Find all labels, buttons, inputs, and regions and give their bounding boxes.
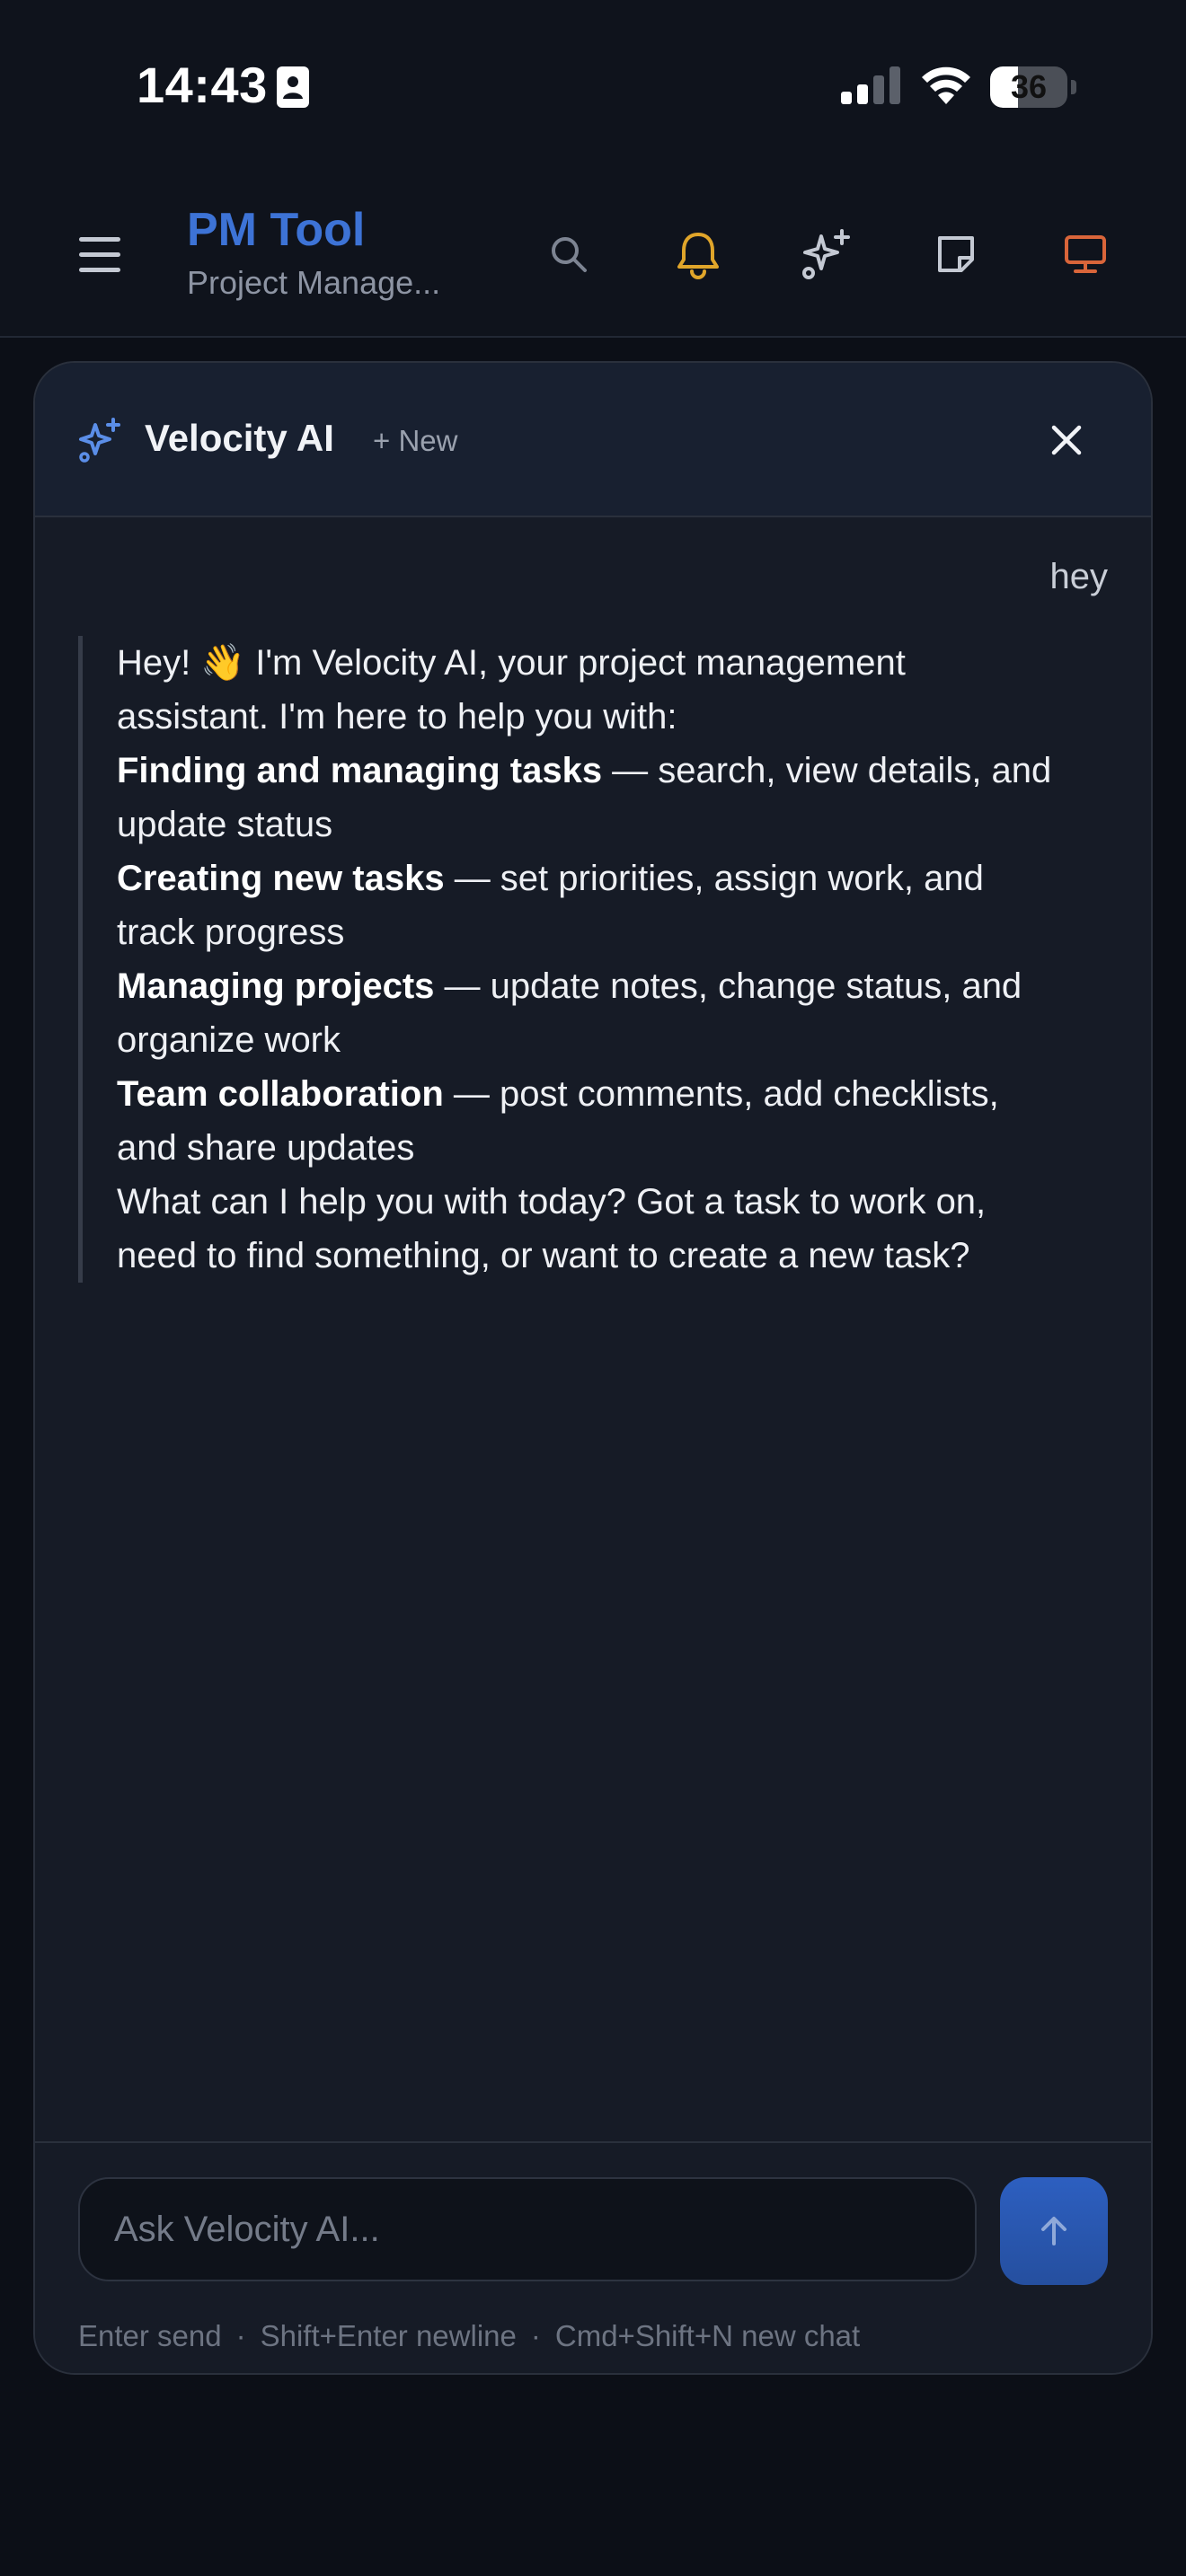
cellular-signal-icon (841, 66, 900, 104)
assistant-outro: What can I help you with today? Got a ta… (117, 1182, 987, 1275)
battery-indicator: 36 (990, 66, 1076, 108)
message-list[interactable]: hey Hey! 👋 I'm Velocity AI, your project… (35, 517, 1151, 2141)
hint-shift-enter-newline: Shift+Enter newline (260, 2319, 517, 2352)
assistant-intro: Hey! 👋 I'm Velocity AI, your project man… (117, 643, 906, 737)
user-message: hey (1049, 557, 1109, 596)
arrow-up-icon (1041, 2217, 1067, 2245)
sparkle-icon (79, 418, 120, 463)
close-icon[interactable] (1045, 419, 1088, 462)
chat-title: Velocity AI (145, 417, 334, 459)
sparkle-icon (802, 229, 850, 279)
menu-icon[interactable] (68, 226, 131, 282)
notifications-button[interactable] (667, 223, 730, 286)
ai-assistant-button[interactable] (795, 223, 858, 286)
velocity-ai-chat-panel: Velocity AI + New hey Hey! 👋 I'm Velocit… (33, 361, 1153, 2375)
capability-item: Creating new tasks — set priorities, ass… (117, 859, 984, 952)
wifi-icon (922, 66, 970, 104)
bell-icon (677, 233, 719, 279)
contact-card-icon (277, 66, 309, 108)
chat-panel-header: Velocity AI + New (35, 363, 1151, 517)
assistant-message: Hey! 👋 I'm Velocity AI, your project man… (78, 636, 1058, 1283)
chat-composer: Enter send·Shift+Enter newline·Cmd+Shift… (35, 2141, 1151, 2373)
hint-enter-send: Enter send (78, 2319, 222, 2352)
search-button[interactable] (537, 223, 600, 286)
battery-percent: 36 (1010, 68, 1048, 105)
app-title: PM Tool (187, 204, 366, 256)
status-time: 14:43 (137, 57, 268, 113)
status-bar: 14:43 36 (0, 0, 1186, 171)
capability-item: Finding and managing tasks — search, vie… (117, 751, 1052, 844)
app-header: PM Tool Project Manage... (0, 171, 1186, 338)
chat-input[interactable] (78, 2177, 977, 2281)
capability-item: Managing projects — update notes, change… (117, 966, 1022, 1060)
search-icon (552, 237, 587, 272)
desktop-view-button[interactable] (1054, 223, 1117, 286)
send-button[interactable] (1000, 2177, 1108, 2285)
keyboard-shortcut-hint: Enter send · Shift+Enter newline · Cmd+Shift… (78, 2319, 861, 2352)
monitor-icon (1065, 235, 1106, 273)
document-icon (938, 236, 974, 272)
notes-button[interactable] (925, 223, 987, 286)
capability-item: Team collaboration — post comments, add … (117, 1074, 999, 1168)
new-chat-button[interactable]: + New (373, 424, 457, 458)
app-subtitle: Project Manage... (187, 264, 441, 301)
hint-new-chat: Cmd+Shift+N new chat (554, 2319, 861, 2352)
